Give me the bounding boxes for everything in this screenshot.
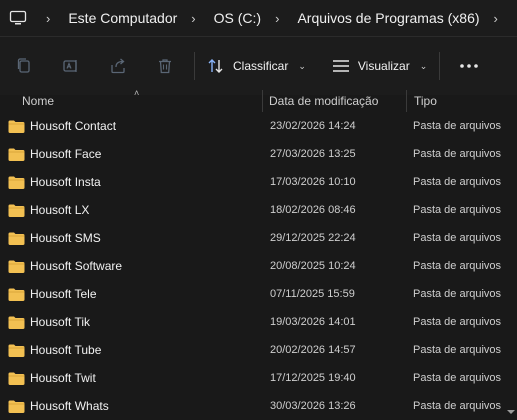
chevron-right-icon[interactable]: › <box>191 11 195 26</box>
column-divider[interactable] <box>406 90 407 112</box>
file-name: Housoft Whats <box>30 399 109 413</box>
file-date: 30/03/2026 13:26 <box>270 400 356 412</box>
address-bar[interactable]: › Este Computador › OS (C:) › Arquivos d… <box>0 0 517 37</box>
file-date: 23/02/2026 14:24 <box>270 120 356 132</box>
file-date: 20/02/2026 14:57 <box>270 344 356 356</box>
list-item[interactable]: Housoft LX 18/02/2026 08:46 Pasta de arq… <box>0 196 517 224</box>
view-label: Visualizar <box>357 59 410 73</box>
column-divider[interactable] <box>262 90 263 112</box>
file-date: 27/03/2026 13:25 <box>270 148 356 160</box>
file-name: Housoft Tik <box>30 315 91 329</box>
list-item[interactable]: Housoft Twit 17/12/2025 19:40 Pasta de a… <box>0 364 517 392</box>
file-type: Pasta de arquivos <box>413 316 502 328</box>
view-button[interactable]: Visualizar ⌄ <box>326 48 433 84</box>
chevron-down-icon: ⌄ <box>298 60 306 71</box>
file-type: Pasta de arquivos <box>413 120 502 132</box>
file-date: 18/02/2026 08:46 <box>270 204 356 216</box>
column-header-row: ˄ Nome Data de modificação Tipo <box>0 88 517 114</box>
file-type: Pasta de arquivos <box>413 288 502 300</box>
chevron-right-icon[interactable]: › <box>46 11 50 26</box>
sort-label: Classificar <box>233 59 289 73</box>
file-name: Housoft SMS <box>30 231 101 245</box>
file-name: Housoft Twit <box>30 371 96 385</box>
file-type: Pasta de arquivos <box>413 232 502 244</box>
sort-icon <box>208 59 223 73</box>
list-item[interactable]: Housoft SMS 29/12/2025 22:24 Pasta de ar… <box>0 224 517 252</box>
file-name: Housoft Tele <box>30 287 97 301</box>
file-name: Housoft Face <box>30 147 102 161</box>
file-date: 17/12/2025 19:40 <box>270 372 356 384</box>
folder-icon <box>8 316 25 329</box>
toolbar-divider <box>194 52 195 80</box>
breadcrumb-program-files-x86[interactable]: Arquivos de Programas (x86) <box>297 10 479 26</box>
breadcrumb-this-pc[interactable]: Este Computador <box>68 10 177 26</box>
folder-icon <box>8 176 25 189</box>
file-type: Pasta de arquivos <box>413 372 502 384</box>
folder-icon <box>8 120 25 133</box>
file-type: Pasta de arquivos <box>413 344 502 356</box>
rename-icon <box>62 60 77 72</box>
folder-icon <box>8 372 25 385</box>
list-item[interactable]: Housoft Tube 20/02/2026 14:57 Pasta de a… <box>0 336 517 364</box>
view-list-icon <box>332 60 349 72</box>
column-header-date[interactable]: Data de modificação <box>269 94 378 108</box>
folder-icon <box>8 288 25 301</box>
toolbar-divider <box>439 52 441 80</box>
list-item[interactable]: Housoft Software 20/08/2025 10:24 Pasta … <box>0 252 517 280</box>
list-item[interactable]: Housoft Whats 30/03/2026 13:26 Pasta de … <box>0 392 517 420</box>
file-type: Pasta de arquivos <box>413 260 502 272</box>
rename-button[interactable] <box>47 48 94 84</box>
scroll-down-icon[interactable] <box>505 406 517 418</box>
file-list: Housoft Contact 23/02/2026 14:24 Pasta d… <box>0 112 517 420</box>
more-icon <box>460 64 479 68</box>
computer-icon[interactable] <box>4 10 32 26</box>
file-name: Housoft LX <box>30 203 90 217</box>
chevron-down-icon: ⌄ <box>419 60 428 71</box>
delete-button[interactable] <box>141 48 188 84</box>
file-type: Pasta de arquivos <box>413 400 502 412</box>
file-type: Pasta de arquivos <box>413 204 502 216</box>
trash-icon <box>158 59 171 74</box>
column-header-type[interactable]: Tipo <box>414 94 437 108</box>
list-item[interactable]: Housoft Insta 17/03/2026 10:10 Pasta de … <box>0 168 517 196</box>
file-name: Housoft Software <box>30 259 123 273</box>
file-type: Pasta de arquivos <box>413 148 502 160</box>
folder-icon <box>8 148 25 161</box>
chevron-right-icon[interactable]: › <box>494 11 498 26</box>
file-date: 07/11/2025 15:59 <box>270 288 355 300</box>
chevron-right-icon[interactable]: › <box>275 11 279 26</box>
folder-icon <box>8 204 25 217</box>
column-header-name[interactable]: Nome <box>22 94 54 108</box>
file-date: 19/03/2026 14:01 <box>270 316 356 328</box>
copy-icon <box>17 58 30 73</box>
share-button[interactable] <box>94 48 141 84</box>
folder-icon <box>8 400 25 413</box>
more-options-button[interactable] <box>446 48 492 84</box>
file-date: 29/12/2025 22:24 <box>270 232 356 244</box>
file-date: 17/03/2026 10:10 <box>270 176 356 188</box>
list-item[interactable]: Housoft Contact 23/02/2026 14:24 Pasta d… <box>0 112 517 140</box>
folder-icon <box>8 232 25 245</box>
file-name: Housoft Contact <box>30 119 117 133</box>
file-date: 20/08/2025 10:24 <box>270 260 356 272</box>
breadcrumb-drive-c[interactable]: OS (C:) <box>214 10 261 26</box>
sort-ascending-icon: ˄ <box>134 88 140 98</box>
file-name: Housoft Tube <box>30 343 102 357</box>
file-type: Pasta de arquivos <box>413 176 502 188</box>
copy-button[interactable] <box>0 48 47 84</box>
folder-icon <box>8 344 25 357</box>
list-item[interactable]: Housoft Tele 07/11/2025 15:59 Pasta de a… <box>0 280 517 308</box>
folder-icon <box>8 260 25 273</box>
list-item[interactable]: Housoft Tik 19/03/2026 14:01 Pasta de ar… <box>0 308 517 336</box>
command-bar: Classificar ⌄ Visualizar ⌄ <box>0 37 517 95</box>
file-name: Housoft Insta <box>30 175 101 189</box>
share-icon <box>110 58 125 74</box>
sort-button[interactable]: Classificar ⌄ <box>201 48 312 84</box>
list-item[interactable]: Housoft Face 27/03/2026 13:25 Pasta de a… <box>0 140 517 168</box>
